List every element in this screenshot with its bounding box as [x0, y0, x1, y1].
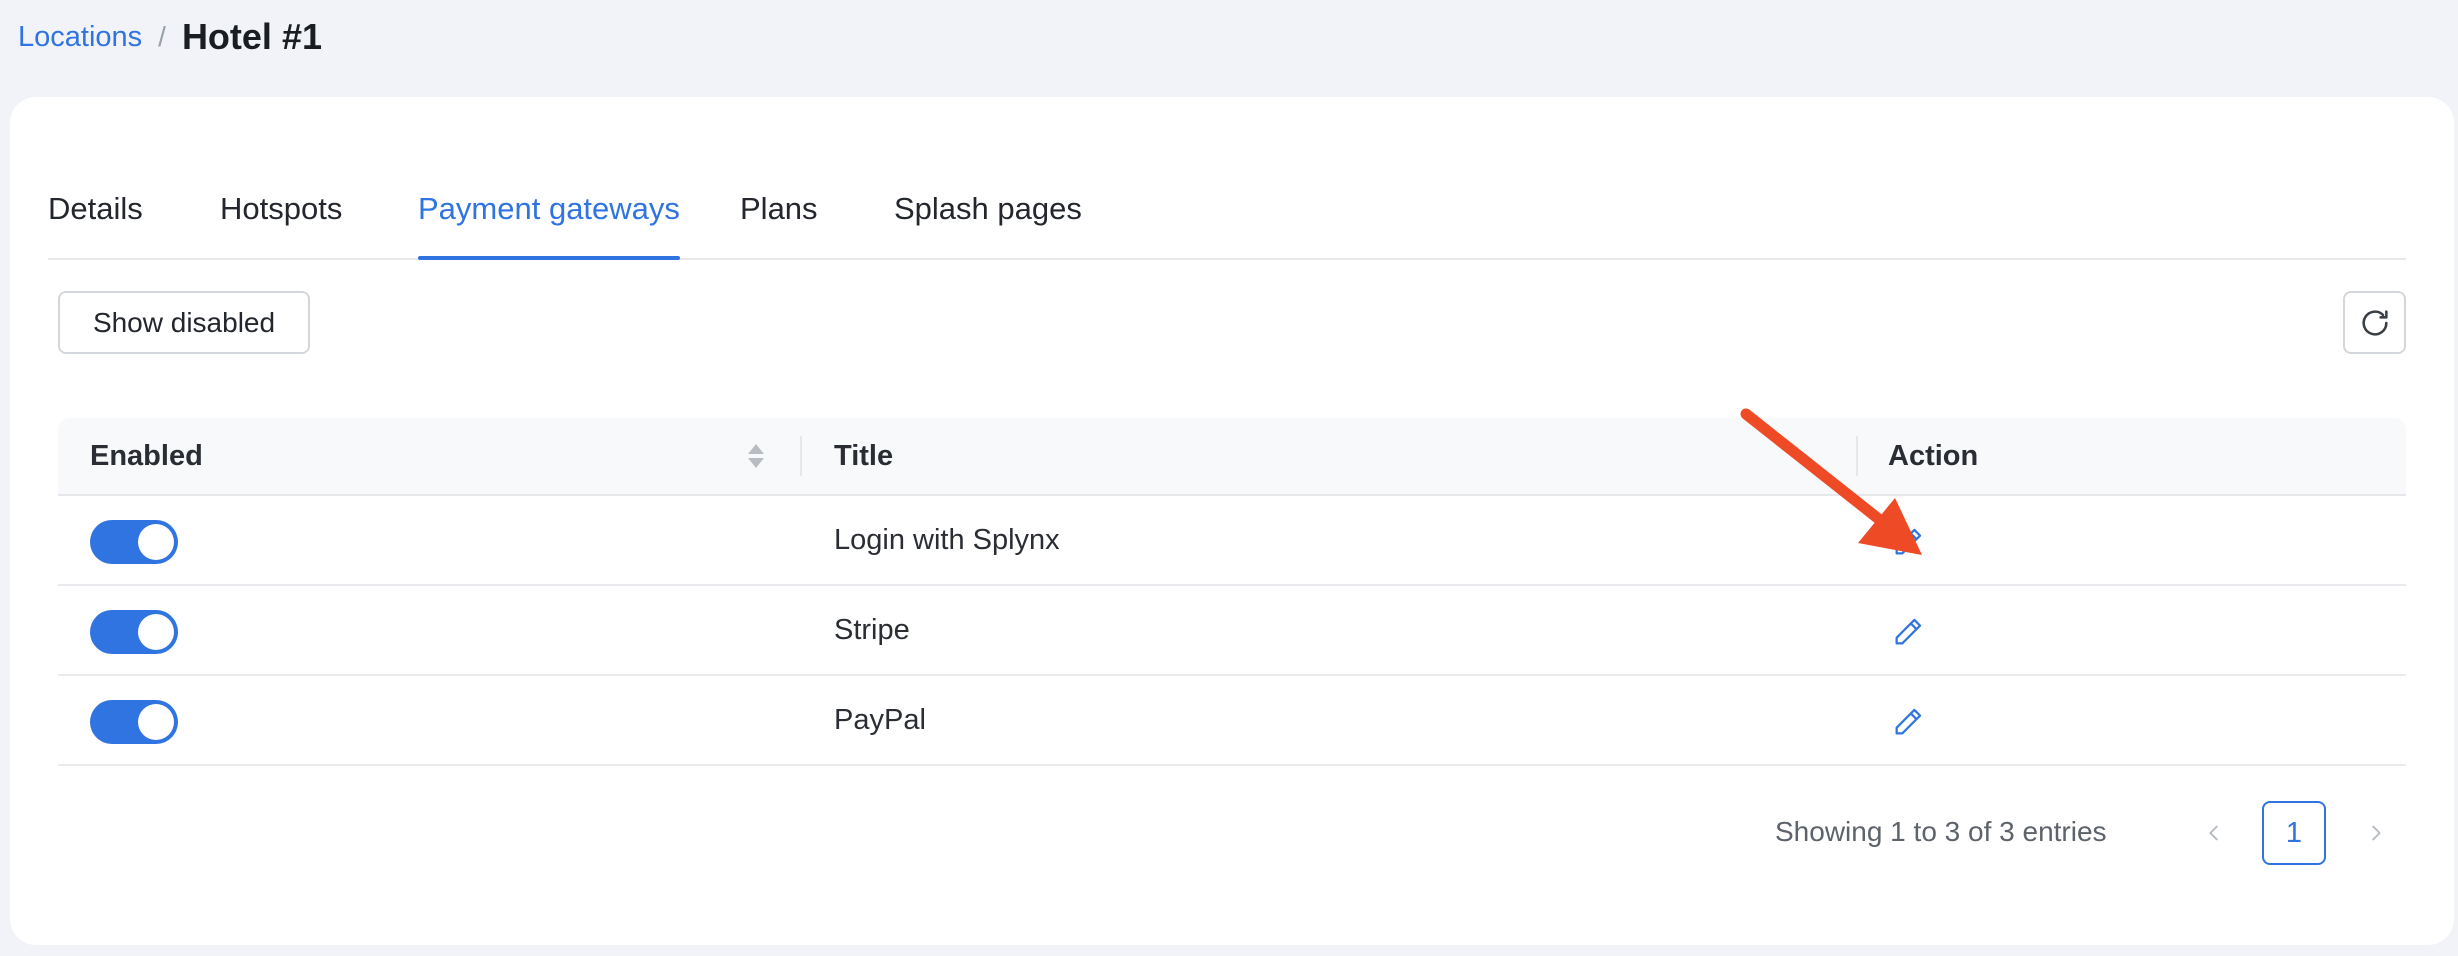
- tab-plans[interactable]: Plans: [740, 160, 818, 258]
- tab-hotspots[interactable]: Hotspots: [220, 160, 342, 258]
- chevron-left-icon: [2209, 825, 2218, 841]
- edit-button[interactable]: [1888, 702, 1928, 742]
- table-row: Stripe: [58, 586, 2406, 676]
- enabled-toggle[interactable]: [90, 520, 178, 564]
- column-header-action: Action: [1888, 439, 1979, 472]
- breadcrumb-locations-link[interactable]: Locations: [18, 21, 142, 54]
- refresh-button[interactable]: [2343, 291, 2406, 354]
- page: Locations / Hotel #1 Details Hotspots Pa…: [0, 0, 2458, 956]
- enabled-toggle[interactable]: [90, 700, 178, 744]
- show-disabled-button[interactable]: Show disabled: [58, 291, 310, 354]
- page-number-button[interactable]: 1: [2262, 801, 2326, 865]
- gateway-title: Stripe: [834, 613, 910, 646]
- tab-bar: Details Hotspots Payment gateways Plans …: [48, 160, 2406, 260]
- column-header-enabled[interactable]: Enabled: [90, 418, 203, 494]
- enabled-toggle[interactable]: [90, 610, 178, 654]
- gateway-title: Login with Splynx: [834, 523, 1060, 556]
- sort-icon[interactable]: [746, 440, 766, 472]
- chevron-right-icon: [2372, 825, 2381, 841]
- tab-payment-gateways[interactable]: Payment gateways: [418, 160, 680, 260]
- breadcrumb: Locations / Hotel #1: [18, 14, 322, 60]
- table-header: Enabled Title Action: [58, 418, 2406, 496]
- page-title: Hotel #1: [181, 16, 322, 57]
- table-row: Login with Splynx: [58, 496, 2406, 586]
- column-header-title[interactable]: Title: [834, 418, 893, 494]
- table-row: PayPal: [58, 676, 2406, 766]
- next-page-button[interactable]: [2356, 810, 2396, 856]
- tab-details[interactable]: Details: [48, 160, 143, 258]
- pencil-icon: [1895, 618, 1922, 645]
- column-divider: [800, 436, 802, 476]
- pencil-icon: [1895, 708, 1922, 735]
- gateway-title: PayPal: [834, 703, 926, 736]
- breadcrumb-separator: /: [158, 21, 166, 52]
- pencil-icon: [1895, 528, 1922, 555]
- refresh-icon: [2361, 309, 2388, 336]
- tab-splash-pages[interactable]: Splash pages: [894, 160, 1082, 258]
- gateways-table: Enabled Title Action Login with Splynx S…: [58, 418, 2406, 766]
- previous-page-button[interactable]: [2194, 810, 2234, 856]
- edit-button[interactable]: [1888, 612, 1928, 652]
- entries-summary: Showing 1 to 3 of 3 entries: [1775, 816, 2107, 847]
- edit-button[interactable]: [1888, 522, 1928, 562]
- column-divider: [1856, 436, 1858, 476]
